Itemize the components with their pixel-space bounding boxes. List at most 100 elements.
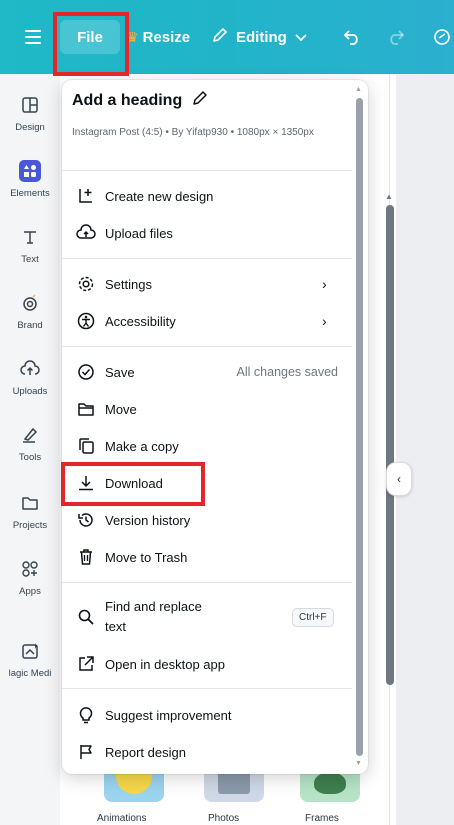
divider	[62, 582, 352, 583]
download-highlight-box	[61, 462, 205, 506]
menu-item-suggest-improvement[interactable]: Suggest improvement	[62, 697, 352, 733]
chevron-right-icon: ›	[322, 313, 327, 329]
menu-scroll-up-icon[interactable]: ▲	[355, 86, 362, 93]
editing-mode-button[interactable]: Editing	[212, 20, 316, 54]
resize-button[interactable]: ♛ Resize	[126, 20, 196, 54]
thumb-label-frames: Frames	[305, 813, 339, 824]
menu-item-accessibility[interactable]: Accessibility ›	[62, 303, 352, 339]
rail-label-apps: Apps	[19, 586, 41, 597]
copy-icon	[76, 436, 96, 456]
find-and-replace-line1: Find and replace	[105, 599, 202, 614]
magic-media-icon	[19, 640, 41, 662]
menu-item-report-design[interactable]: Report design	[62, 734, 352, 770]
thumb-label-animations: Animations	[97, 813, 147, 824]
brand-icon	[19, 292, 41, 314]
chevron-left-icon: ‹	[397, 472, 401, 486]
move-to-trash-label: Move to Trash	[105, 549, 188, 565]
chevron-down-icon	[295, 29, 307, 46]
create-new-design-label: Create new design	[105, 188, 214, 204]
design-title[interactable]: Add a heading	[72, 90, 208, 111]
rail-item-brand[interactable]: Brand	[0, 292, 60, 331]
rail-item-text[interactable]: Text	[0, 226, 60, 265]
rail-label-projects: Projects	[12, 520, 48, 531]
folder-icon	[19, 492, 41, 514]
editing-label: Editing	[236, 28, 287, 46]
undo-icon[interactable]	[340, 20, 364, 54]
divider	[62, 688, 352, 689]
redo-icon[interactable]	[384, 20, 408, 54]
menu-item-create-new-design[interactable]: Create new design	[62, 178, 352, 214]
search-icon	[76, 607, 96, 627]
menu-item-version-history[interactable]: Version history	[62, 502, 352, 538]
folder-icon	[76, 399, 96, 419]
open-in-desktop-label: Open in desktop app	[105, 656, 225, 672]
menu-item-open-in-desktop-app[interactable]: Open in desktop app	[62, 646, 352, 682]
rail-item-uploads[interactable]: Uploads	[0, 358, 60, 397]
divider	[62, 346, 352, 347]
shortcut-badge: Ctrl+F	[292, 607, 334, 627]
report-design-label: Report design	[105, 744, 186, 760]
accessibility-label: Accessibility	[105, 313, 176, 329]
cloud-check-icon	[76, 362, 96, 382]
rail-item-design[interactable]: Design	[0, 94, 60, 133]
design-meta: Instagram Post (4:5) • By Yifatp930 • 10…	[72, 127, 314, 138]
menu-item-make-a-copy[interactable]: Make a copy	[62, 428, 352, 464]
menu-item-move-to-trash[interactable]: Move to Trash	[62, 539, 352, 575]
pencil-icon	[212, 27, 228, 47]
lightbulb-icon	[76, 705, 96, 725]
rail-label-design: Design	[15, 122, 45, 133]
rail-item-projects[interactable]: Projects	[0, 492, 60, 531]
panel-scrollbar[interactable]	[386, 205, 394, 685]
find-and-replace-label: Find and replace text	[105, 597, 202, 637]
rail-label-tools: Tools	[18, 452, 42, 463]
left-rail: Design Elements Text Brand Uploads Tools	[0, 74, 60, 825]
rail-label-uploads: Uploads	[12, 386, 48, 397]
menu-scroll-down-icon[interactable]: ▼	[355, 760, 362, 767]
file-highlight-box	[53, 12, 129, 76]
rail-item-elements[interactable]: Elements	[0, 160, 60, 199]
upload-files-label: Upload files	[105, 225, 173, 241]
menu-item-upload-files[interactable]: Upload files	[62, 215, 352, 251]
file-dropdown-menu: ▲ ▼ Add a heading Instagram Post (4:5) •…	[62, 80, 368, 774]
elements-icon	[19, 160, 41, 182]
frame-image	[314, 772, 346, 794]
version-history-label: Version history	[105, 512, 191, 528]
move-label: Move	[105, 401, 137, 417]
panel-scroll-up-icon[interactable]: ▲	[385, 192, 393, 201]
layout-icon	[19, 94, 41, 116]
history-icon	[76, 510, 96, 530]
pen-tool-icon	[19, 424, 41, 446]
rail-item-apps[interactable]: Apps	[0, 558, 60, 597]
canvas-area[interactable]	[396, 74, 454, 825]
upload-cloud-icon	[76, 223, 96, 243]
menu-scrollbar[interactable]	[356, 98, 363, 756]
find-and-replace-line2: text	[105, 619, 126, 634]
rail-item-magic-media[interactable]: lagic Medi	[0, 640, 60, 679]
upload-cloud-icon	[19, 358, 41, 380]
rail-label-magic-media: lagic Medi	[8, 668, 52, 679]
rail-label-elements: Elements	[10, 188, 50, 199]
menu-item-save[interactable]: Save All changes saved	[62, 354, 352, 390]
rail-item-tools[interactable]: Tools	[0, 424, 60, 463]
pencil-icon[interactable]	[192, 90, 208, 111]
suggest-improvement-label: Suggest improvement	[105, 707, 232, 723]
menu-item-find-and-replace[interactable]: Find and replace text Ctrl+F	[62, 592, 352, 642]
new-design-icon	[76, 186, 96, 206]
cloud-sync-icon[interactable]	[430, 20, 454, 54]
hamburger-menu-icon[interactable]	[18, 20, 48, 54]
make-a-copy-label: Make a copy	[105, 438, 179, 454]
rail-label-text: Text	[21, 254, 39, 265]
menu-item-move[interactable]: Move	[62, 391, 352, 427]
text-icon	[19, 226, 41, 248]
rail-label-brand: Brand	[17, 320, 43, 331]
trash-icon	[76, 547, 96, 567]
collapse-panel-button[interactable]: ‹	[386, 462, 412, 496]
divider	[62, 170, 352, 171]
flag-icon	[76, 742, 96, 762]
chevron-right-icon: ›	[322, 276, 327, 292]
menu-item-settings[interactable]: Settings ›	[62, 266, 352, 302]
gear-icon	[76, 274, 96, 294]
divider	[62, 258, 352, 259]
save-label: Save	[105, 364, 135, 380]
settings-label: Settings	[105, 276, 152, 292]
